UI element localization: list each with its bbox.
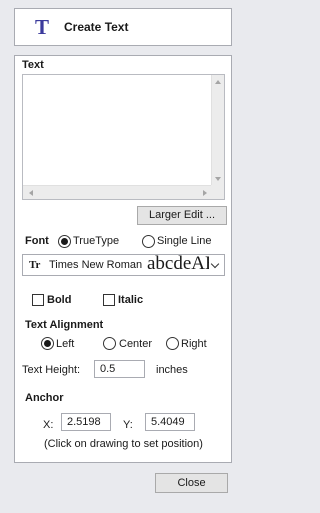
align-left-radio[interactable] <box>41 337 54 350</box>
scroll-corner <box>211 185 224 199</box>
truetype-label[interactable]: TrueType <box>73 235 119 247</box>
anchor-y-input[interactable]: 5.4049 <box>145 413 195 431</box>
anchor-label: Anchor <box>25 392 64 404</box>
vertical-scrollbar[interactable] <box>211 75 224 185</box>
header-panel: T Create Text <box>14 8 232 46</box>
horizontal-scrollbar[interactable] <box>23 185 213 199</box>
truetype-radio[interactable] <box>58 235 71 248</box>
chevron-down-icon[interactable] <box>210 259 220 269</box>
larger-edit-button[interactable]: Larger Edit ... <box>137 206 227 225</box>
main-panel: Text Larger Edit ... Font TrueType Singl… <box>14 55 232 463</box>
italic-label[interactable]: Italic <box>118 294 143 306</box>
anchor-y-label: Y: <box>123 419 133 431</box>
text-height-label: Text Height: <box>22 364 81 376</box>
bold-label[interactable]: Bold <box>47 294 71 306</box>
align-center-label[interactable]: Center <box>119 338 152 350</box>
anchor-x-input[interactable]: 2.5198 <box>61 413 111 431</box>
single-line-radio[interactable] <box>142 235 155 248</box>
scroll-right-icon[interactable] <box>203 190 207 196</box>
anchor-x-label: X: <box>43 419 54 431</box>
scroll-left-icon[interactable] <box>29 190 33 196</box>
font-select[interactable]: Tr Times New Roman abcdeABC <box>22 253 225 276</box>
alignment-label: Text Alignment <box>25 319 104 331</box>
align-right-radio[interactable] <box>166 337 179 350</box>
font-label: Font <box>25 235 49 247</box>
text-height-input[interactable]: 0.5 <box>94 360 145 378</box>
text-section-label: Text <box>22 59 44 71</box>
italic-checkbox[interactable] <box>103 294 115 306</box>
align-left-label[interactable]: Left <box>56 338 74 350</box>
align-center-radio[interactable] <box>103 337 116 350</box>
align-right-label[interactable]: Right <box>181 338 207 350</box>
bold-checkbox[interactable] <box>32 294 44 306</box>
truetype-font-icon: Tr <box>29 259 41 271</box>
page-title: Create Text <box>64 20 129 34</box>
close-button[interactable]: Close <box>155 473 228 493</box>
text-input[interactable] <box>22 74 225 200</box>
text-height-unit: inches <box>156 364 188 376</box>
scroll-up-icon[interactable] <box>215 80 221 84</box>
font-name: Times New Roman <box>49 259 143 271</box>
font-preview: abcdeABC <box>147 253 209 274</box>
scroll-down-icon[interactable] <box>215 177 221 181</box>
anchor-hint: (Click on drawing to set position) <box>44 438 203 450</box>
text-tool-icon: T <box>35 15 50 39</box>
single-line-label[interactable]: Single Line <box>157 235 211 247</box>
